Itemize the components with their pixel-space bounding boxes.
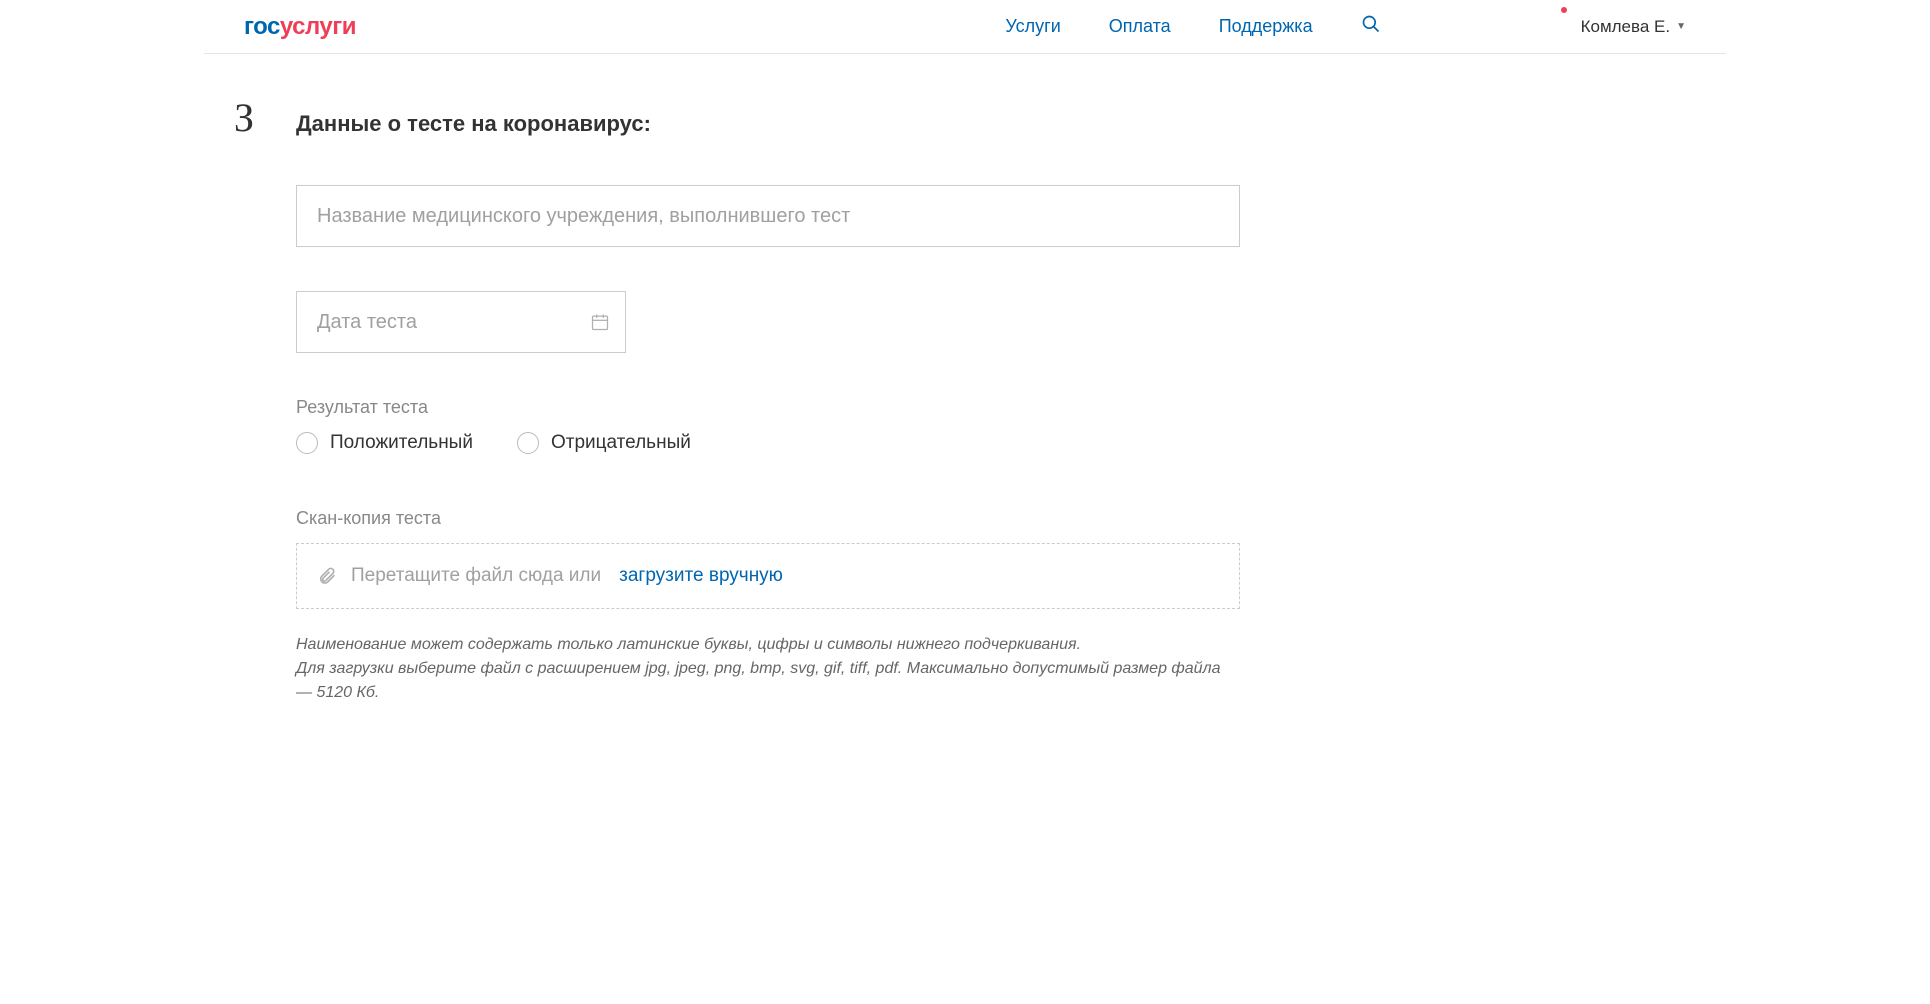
- nav: Услуги Оплата Поддержка: [1005, 14, 1380, 39]
- nav-payment[interactable]: Оплата: [1109, 16, 1171, 37]
- field-date: [296, 291, 1240, 353]
- content: Ɛ Данные о тесте на коронавирус: Результ…: [204, 54, 1726, 765]
- hint-line-1: Наименование может содержать только лати…: [296, 633, 1240, 657]
- radio-positive[interactable]: Положительный: [296, 432, 473, 454]
- upload-link[interactable]: загрузите вручную: [619, 565, 783, 587]
- date-input[interactable]: [296, 291, 626, 353]
- user-name: Комлева Е.: [1581, 17, 1671, 37]
- institution-input[interactable]: [296, 185, 1240, 247]
- radio-positive-label: Положительный: [330, 432, 473, 454]
- scan-label: Скан-копия теста: [296, 508, 1240, 529]
- field-scan: Скан-копия теста Перетащите файл сюда ил…: [296, 508, 1240, 705]
- chevron-down-icon: ▼: [1676, 21, 1686, 32]
- calendar-icon[interactable]: [590, 312, 610, 332]
- upload-text: Перетащите файл сюда или: [351, 565, 601, 587]
- step-header: Ɛ Данные о тесте на коронавирус:: [228, 94, 1726, 141]
- form: Результат теста Положительный Отрицатель…: [228, 185, 1240, 705]
- search-icon[interactable]: [1361, 14, 1381, 39]
- field-result: Результат теста Положительный Отрицатель…: [296, 397, 1240, 454]
- logo-gos: гос: [244, 13, 280, 40]
- result-label: Результат теста: [296, 397, 1240, 418]
- result-radio-group: Положительный Отрицательный: [296, 432, 1240, 454]
- upload-zone[interactable]: Перетащите файл сюда или загрузите вручн…: [296, 543, 1240, 609]
- nav-support[interactable]: Поддержка: [1219, 16, 1313, 37]
- field-institution: [296, 185, 1240, 247]
- radio-negative[interactable]: Отрицательный: [517, 432, 691, 454]
- upload-hint: Наименование может содержать только лати…: [296, 633, 1240, 705]
- radio-circle-icon: [517, 432, 539, 454]
- notification-dot-icon: [1561, 7, 1567, 13]
- step-number: Ɛ: [228, 94, 260, 141]
- user-menu[interactable]: Комлева Е. ▼: [1581, 17, 1686, 37]
- radio-circle-icon: [296, 432, 318, 454]
- step-title: Данные о тесте на коронавирус:: [296, 111, 651, 137]
- radio-negative-label: Отрицательный: [551, 432, 691, 454]
- header: госуслуги Услуги Оплата Поддержка Комлев…: [204, 0, 1726, 54]
- logo-uslugi: услуги: [280, 13, 356, 40]
- hint-line-2: Для загрузки выберите файл с расширением…: [296, 657, 1240, 705]
- paperclip-icon: [317, 566, 337, 586]
- logo[interactable]: госуслуги: [244, 13, 356, 41]
- nav-services[interactable]: Услуги: [1005, 16, 1060, 37]
